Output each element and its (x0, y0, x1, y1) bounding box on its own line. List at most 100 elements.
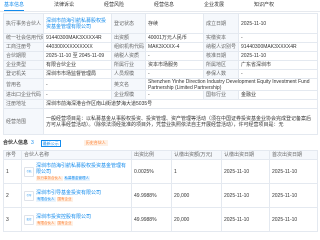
partner-info: 深圳市前海引航私募股权投资基金管理有限公司 执行事务合伙人 私募基金管理人 (36, 163, 129, 181)
col-header-index: 序号 (4, 151, 22, 160)
partner-tag: 私募基金管理人 (63, 175, 90, 181)
ratio-value: 49.9988% (132, 184, 172, 208)
label-company-scale: 企业规模 (112, 91, 146, 100)
partner-tags: 执行事务合伙人 私募基金管理人 (36, 175, 129, 181)
label-business-reg-no: 工商注册号 (4, 43, 44, 52)
taxpayer-qualification-value: - (146, 52, 204, 61)
partner-name-link[interactable]: 深圳市引导基金投资有限公司 (36, 190, 101, 196)
col-header-ratio[interactable]: 出资比例 (132, 151, 172, 160)
import-export-code-value: - (44, 91, 112, 100)
partner-tags: 有限合伙人 国有企业 (36, 196, 101, 202)
region-value: 广东省深圳市 (239, 61, 318, 70)
label-executive-partner: 执行事务合伙人 (4, 14, 44, 34)
label-industry: 所属行业 (112, 61, 146, 70)
label-established-date: 成立日期 (204, 14, 239, 34)
latest-disclosure-tab[interactable]: 最新公示 (40, 139, 61, 147)
col-header-amount[interactable]: 认缴出资额(万元) (172, 151, 222, 160)
partner-tag: 有限合伙人 (36, 220, 56, 226)
registration-authority-value: 深圳市市场监督管理局 (44, 70, 112, 79)
label-registration-status: 登记状态 (112, 14, 146, 34)
date-value: 2025-11-10 (222, 160, 270, 184)
established-date-value: 2025-11-10 (239, 14, 318, 34)
approval-date-value: 2025-11-10 (239, 52, 318, 61)
company-logo[interactable]: 引导 (24, 190, 34, 201)
executive-partner-link[interactable]: 深圳市前海引航私募股权投资基金管理有限公司 (46, 18, 109, 30)
partner-tag: 执行事务合伙人 (36, 175, 63, 181)
label-approval-date: 核准日期 (204, 52, 239, 61)
registration-status-value: 存续 (146, 14, 204, 34)
label-registration-authority: 登记机关 (4, 70, 44, 79)
partner-name-link[interactable]: 深圳市前海引航私募股权投资基金管理有限公司 (36, 163, 129, 175)
date-value: 2025-11-10 (222, 208, 270, 232)
paid-capital-value: - (239, 34, 318, 43)
tab-business-risk[interactable]: 经营风险 (104, 0, 154, 11)
insured-count-value: - (239, 70, 318, 79)
label-paid-capital: 实缴资本 (204, 34, 239, 43)
col-header-partner-name: 合伙人名称 (22, 151, 132, 160)
partner-tag: 有限合伙人 (36, 196, 56, 202)
label-taxpayer-id: 纳税人识别号 (204, 43, 239, 52)
label-partnership-term: 合伙期限 (4, 52, 44, 61)
english-name-value: Shenzhen Yinhe Direction Industry Develo… (146, 79, 318, 91)
former-name-value: - (44, 79, 112, 91)
row-index: 2 (4, 184, 22, 208)
company-logo[interactable]: 引航 (24, 166, 34, 177)
label-import-export-code: 进出口企业代码 (4, 91, 44, 100)
col-header-first-date[interactable]: 首次出资日期 (270, 151, 318, 160)
ratio-value: 0.0025% (132, 160, 172, 184)
partner-info: 深圳市引导基金投资有限公司 有限合伙人 国有企业 (36, 190, 101, 202)
company-scale-value: - (146, 91, 204, 100)
row-index: 3 (4, 208, 22, 232)
partner-count: 3 (31, 140, 34, 146)
tab-basic-info[interactable]: 基本信息 (4, 0, 54, 11)
row-index: 1 (4, 160, 22, 184)
label-business-scope: 经营范围 (4, 109, 44, 135)
date-value: 2025-11-10 (222, 184, 270, 208)
industry-value: 资本市场服务 (146, 61, 204, 70)
partner-tag: 国有企业 (56, 196, 73, 202)
label-company-type: 企业类型 (4, 61, 44, 70)
label-region: 所属地区 (204, 61, 239, 70)
credit-code-value: 91440300MAK3XXXX4R (44, 34, 112, 43)
first-date-value: 2025-11-10 (270, 184, 318, 208)
staff-size-value: - (146, 70, 204, 79)
amount-value: 1 (172, 160, 222, 184)
taxpayer-id-value: 91440300MAK3XXXX4R (239, 43, 318, 52)
tab-business-info[interactable]: 经营信息 (154, 0, 204, 11)
label-credit-code: 统一社会信用代码 (4, 34, 44, 43)
label-staff-size: 人员规模 (112, 70, 146, 79)
partner-name-link[interactable]: 深圳市投资控股有限公司 (36, 214, 91, 220)
label-former-name: 曾用名 (4, 79, 44, 91)
partner-name-cell: 投控 深圳市投资控股有限公司 有限合伙人 国有企业 (22, 208, 132, 232)
label-capital: 出资额 (112, 34, 146, 43)
amount-value: 20,000 (172, 208, 222, 232)
partner-name-cell: 引航 深圳市前海引航私募股权投资基金管理有限公司 执行事务合伙人 私募基金管理人 (22, 160, 132, 184)
first-date-value: 2025-11-10 (270, 208, 318, 232)
partner-info: 深圳市投资控股有限公司 有限合伙人 国有企业 (36, 214, 91, 226)
label-national-industry: 国标行业 (204, 91, 239, 100)
history-partners-link[interactable]: 历史合伙人 (83, 140, 108, 146)
tab-intellectual-property[interactable]: 知识产权 (254, 0, 304, 11)
amount-value: 20,000 (172, 184, 222, 208)
executive-partner-value: 深圳市前海引航私募股权投资基金管理有限公司 (44, 14, 112, 34)
label-taxpayer-qualification: 纳税人资质 (112, 52, 146, 61)
org-code-value: MAK3XXXX-4 (146, 43, 204, 52)
partner-table: 序号 合伙人名称 出资比例 认缴出资额(万元) 认缴出资日期 首次出资日期 1 … (3, 150, 318, 232)
business-scope-value: 一般经营项目是：以私募基金从事股权投资、投资管理、资产管理等活动（须在中国证券投… (44, 109, 318, 135)
section-title: 合伙人信息 (3, 140, 29, 146)
registered-address-value: 深圳市前海深港合作区南山街道梦海大道5035号 (44, 100, 318, 109)
partner-section-header: 合伙人信息 3 最新公示 历史合伙人 (3, 138, 317, 148)
first-date-value: 2025-11-10 (270, 160, 318, 184)
tab-legal-litigation[interactable]: 法律诉讼 (54, 0, 104, 11)
label-english-name: 英文名 (112, 79, 146, 91)
top-tab-bar: 基本信息 法律诉讼 经营风险 经营信息 企业发展 知识产权 (0, 0, 320, 12)
label-org-code: 组织机构代码 (112, 43, 146, 52)
national-industry-value: 金融业 (239, 91, 318, 100)
ratio-value: 49.9988% (132, 208, 172, 232)
partner-tags: 有限合伙人 国有企业 (36, 220, 91, 226)
capital-value: 40001万元人民币 (146, 34, 204, 43)
col-header-date[interactable]: 认缴出资日期 (222, 151, 270, 160)
partner-name-cell: 引导 深圳市引导基金投资有限公司 有限合伙人 国有企业 (22, 184, 132, 208)
company-logo[interactable]: 投控 (24, 214, 34, 225)
tab-development[interactable]: 企业发展 (204, 0, 254, 11)
